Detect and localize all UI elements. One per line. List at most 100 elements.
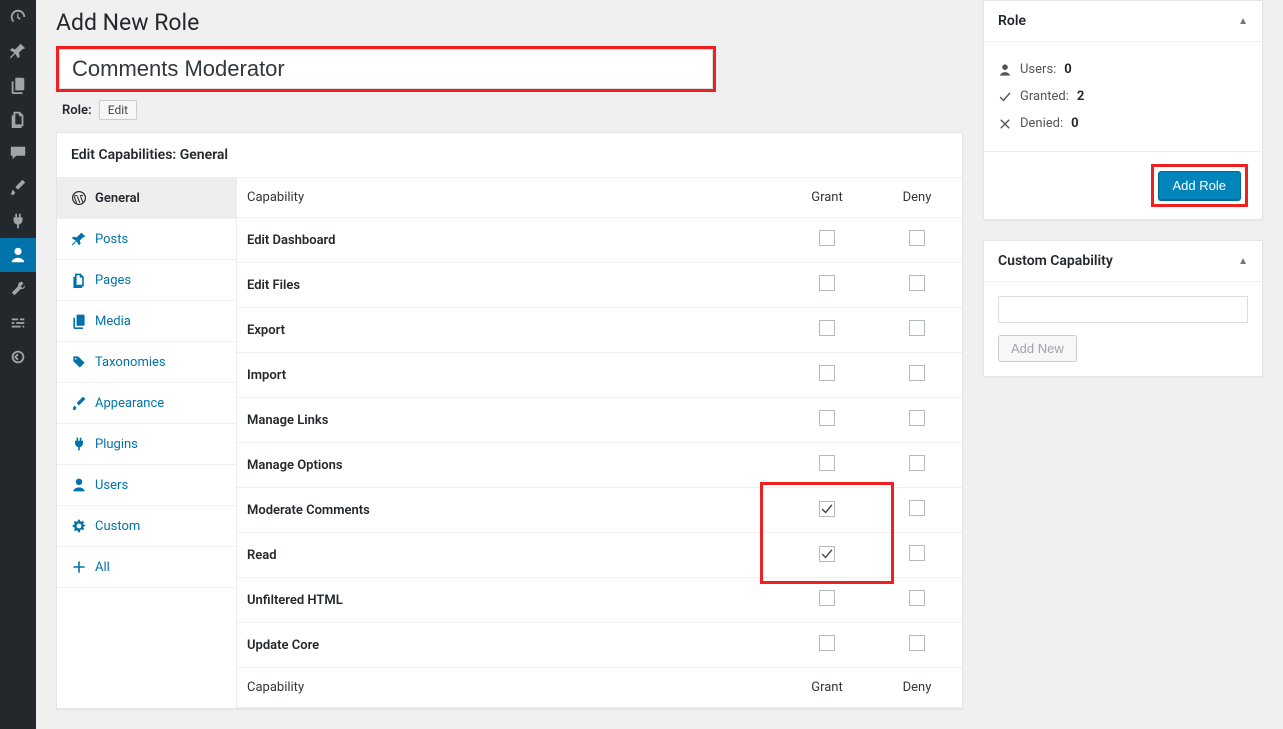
grant-checkbox[interactable] [819, 455, 835, 471]
deny-checkbox[interactable] [909, 365, 925, 381]
capabilities-panel-header: Edit Capabilities: General [57, 133, 962, 178]
deny-checkbox[interactable] [909, 590, 925, 606]
deny-checkbox[interactable] [909, 545, 925, 561]
grant-checkbox[interactable] [819, 275, 835, 291]
capability-row: Export [237, 308, 962, 353]
capability-name: Manage Options [237, 443, 782, 488]
role-widget-title: Role [998, 13, 1026, 29]
admin-menu-dashboard[interactable] [0, 0, 36, 34]
cap-tab-label: Pages [95, 273, 131, 288]
tag-icon [71, 354, 87, 370]
pages-icon [71, 272, 87, 288]
cap-tab-label: Appearance [95, 396, 164, 411]
admin-menu-plugins[interactable] [0, 204, 36, 238]
col-capability: Capability [237, 178, 782, 218]
deny-checkbox[interactable] [909, 410, 925, 426]
deny-checkbox[interactable] [909, 500, 925, 516]
deny-checkbox[interactable] [909, 230, 925, 246]
grant-checkbox[interactable] [819, 635, 835, 651]
edit-role-slug-button[interactable]: Edit [99, 100, 137, 120]
add-new-capability-button[interactable]: Add New [998, 335, 1077, 362]
admin-menu-tools[interactable] [0, 272, 36, 306]
capability-name: Unfiltered HTML [237, 578, 782, 623]
x-icon [998, 117, 1012, 131]
user-icon [71, 477, 87, 493]
stat-denied: Denied: 0 [998, 110, 1248, 137]
capability-name: Manage Links [237, 398, 782, 443]
role-widget: Role ▲ Users: 0 Granted: 2 Denied: 0 [983, 0, 1263, 220]
grant-checkbox[interactable] [819, 320, 835, 336]
capabilities-panel: Edit Capabilities: General General Posts P… [56, 132, 963, 709]
grant-checkbox[interactable] [819, 410, 835, 426]
gauge-icon [9, 8, 27, 26]
admin-menu-media[interactable] [0, 68, 36, 102]
grant-checkbox[interactable] [819, 590, 835, 606]
admin-menu-pages[interactable] [0, 102, 36, 136]
capability-row: Unfiltered HTML [237, 578, 962, 623]
cap-tab-label: General [95, 191, 140, 206]
cap-tab-posts[interactable]: Posts [57, 219, 236, 260]
capability-name: Read [237, 533, 782, 578]
grant-checkbox[interactable] [819, 546, 835, 562]
capability-row: Manage Links [237, 398, 962, 443]
pin-icon [9, 42, 27, 60]
capability-row: Edit Files [237, 263, 962, 308]
capabilities-sidebar: General Posts Pages Media Taxonomies Appearan… [57, 178, 237, 708]
wrench-icon [9, 280, 27, 298]
cap-tab-label: Posts [95, 232, 128, 247]
deny-checkbox[interactable] [909, 275, 925, 291]
capability-name: Edit Dashboard [237, 218, 782, 263]
circle-icon [9, 348, 27, 366]
col-deny: Deny [872, 178, 962, 218]
cap-tab-label: Media [95, 314, 131, 329]
custom-cap-toggle[interactable]: ▲ [1238, 256, 1248, 267]
deny-checkbox[interactable] [909, 320, 925, 336]
cap-tab-users[interactable]: Users [57, 465, 236, 506]
cap-tab-label: Users [95, 478, 128, 493]
col-grant: Grant [782, 178, 872, 218]
cap-tab-all[interactable]: All [57, 547, 236, 588]
custom-capability-input[interactable] [998, 296, 1248, 323]
cap-tab-plugins[interactable]: Plugins [57, 424, 236, 465]
cap-tab-custom[interactable]: Custom [57, 506, 236, 547]
admin-menu-users[interactable] [0, 238, 36, 272]
wordpress-icon [71, 190, 87, 206]
capability-row: Moderate Comments [237, 488, 962, 533]
grant-checkbox[interactable] [819, 230, 835, 246]
brush-icon [9, 178, 27, 196]
admin-menu [0, 0, 36, 729]
deny-checkbox[interactable] [909, 455, 925, 471]
custom-capability-widget: Custom Capability ▲ Add New [983, 240, 1263, 377]
custom-cap-title: Custom Capability [998, 253, 1113, 269]
gear-icon [71, 518, 87, 534]
plug-icon [71, 436, 87, 452]
cap-tab-pages[interactable]: Pages [57, 260, 236, 301]
deny-checkbox[interactable] [909, 635, 925, 651]
brush-icon [71, 395, 87, 411]
role-label: Role: [62, 103, 92, 118]
page-title: Add New Role [56, 0, 963, 40]
capability-row: Read [237, 533, 962, 578]
admin-menu-comments[interactable] [0, 136, 36, 170]
role-name-input[interactable] [59, 49, 713, 89]
admin-menu-appearance[interactable] [0, 170, 36, 204]
cap-tab-label: Plugins [95, 437, 138, 452]
admin-menu-collapse[interactable] [0, 340, 36, 374]
cap-tab-media[interactable]: Media [57, 301, 236, 342]
col-deny-footer: Deny [872, 668, 962, 708]
role-widget-toggle[interactable]: ▲ [1238, 16, 1248, 27]
admin-menu-posts[interactable] [0, 34, 36, 68]
cap-tab-taxonomies[interactable]: Taxonomies [57, 342, 236, 383]
sliders-icon [9, 314, 27, 332]
admin-menu-settings[interactable] [0, 306, 36, 340]
stat-users: Users: 0 [998, 56, 1248, 83]
grant-checkbox[interactable] [819, 501, 835, 517]
col-capability-footer: Capability [237, 668, 782, 708]
capability-name: Moderate Comments [237, 488, 782, 533]
cap-tab-general[interactable]: General [57, 178, 236, 219]
grant-checkbox[interactable] [819, 365, 835, 381]
cap-tab-appearance[interactable]: Appearance [57, 383, 236, 424]
cap-tab-label: All [95, 560, 110, 575]
user-icon [9, 246, 27, 264]
add-role-button[interactable]: Add Role [1158, 171, 1241, 200]
